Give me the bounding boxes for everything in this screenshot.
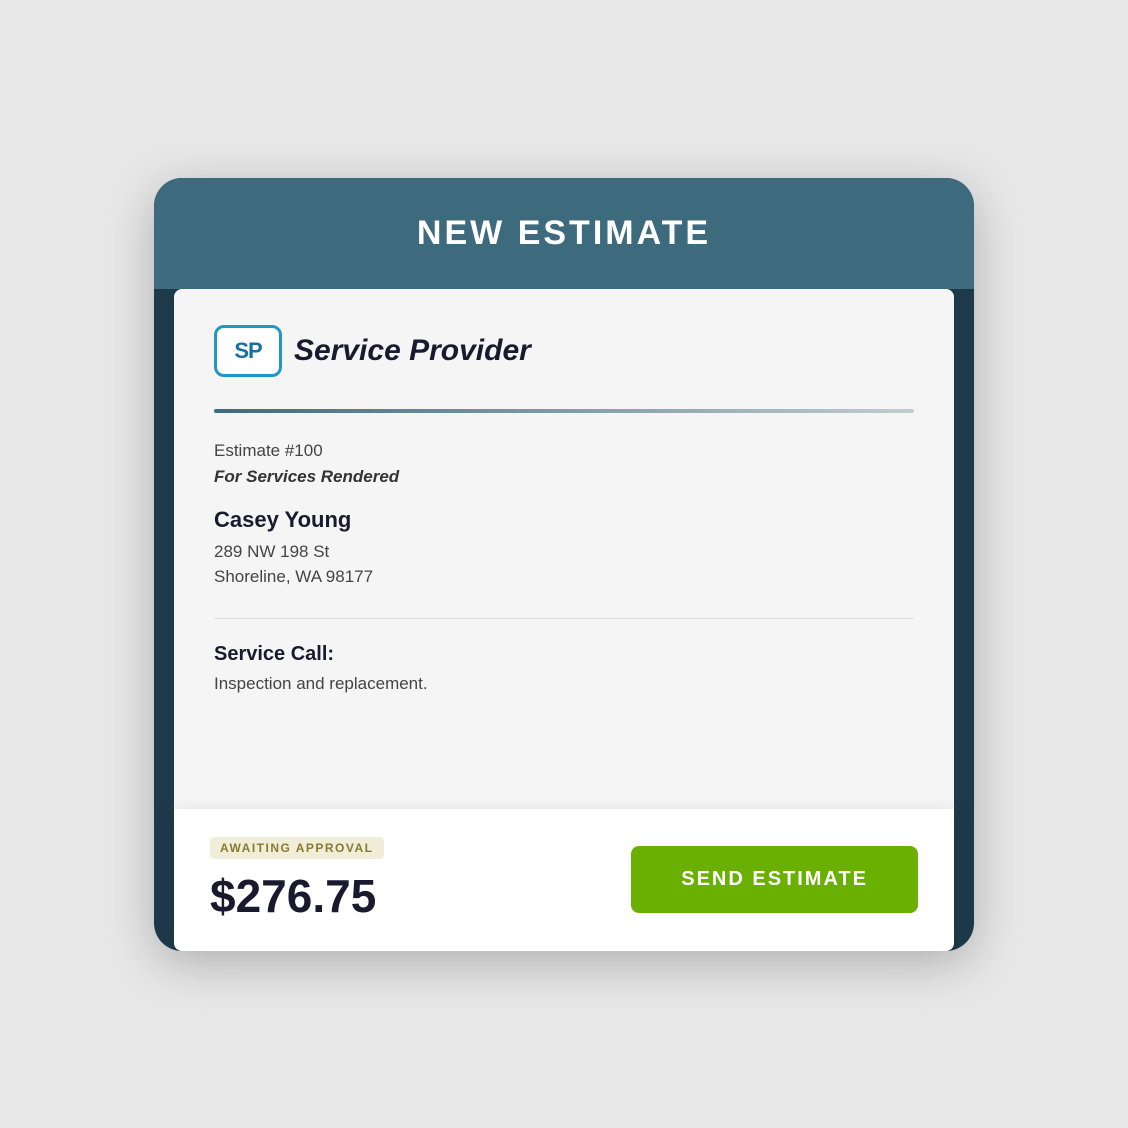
document-body: SP Service Provider Estimate #100 For Se… bbox=[174, 289, 954, 809]
service-label: Service Call: bbox=[214, 643, 914, 666]
logo-box-text: SP bbox=[234, 338, 261, 364]
client-name: Casey Young bbox=[214, 507, 914, 533]
price-amount: $276.75 bbox=[210, 869, 384, 923]
card-header: NEW ESTIMATE bbox=[154, 178, 974, 289]
client-address-line1: 289 NW 198 St bbox=[214, 539, 914, 565]
estimate-info: Estimate #100 For Services Rendered Case… bbox=[214, 441, 914, 590]
status-badge: AWAITING APPROVAL bbox=[210, 837, 384, 859]
page-wrapper: Customizable Template NEW ESTIMATE SP Se… bbox=[64, 84, 1064, 1044]
service-section: Service Call: Inspection and replacement… bbox=[214, 618, 914, 694]
estimate-subtitle: For Services Rendered bbox=[214, 467, 914, 487]
logo-area: SP Service Provider bbox=[214, 325, 914, 377]
divider bbox=[214, 409, 914, 413]
device-card: NEW ESTIMATE SP Service Provider Estimat… bbox=[154, 178, 974, 951]
logo-company-name: Service Provider bbox=[294, 334, 531, 368]
action-bar: AWAITING APPROVAL $276.75 SEND ESTIMATE bbox=[174, 809, 954, 951]
estimate-number: Estimate #100 bbox=[214, 441, 914, 461]
client-address-line2: Shoreline, WA 98177 bbox=[214, 564, 914, 590]
header-title: NEW ESTIMATE bbox=[194, 214, 934, 253]
logo-box: SP bbox=[214, 325, 282, 377]
send-estimate-button[interactable]: SEND ESTIMATE bbox=[631, 846, 918, 913]
service-description: Inspection and replacement. bbox=[214, 674, 914, 694]
price-area: AWAITING APPROVAL $276.75 bbox=[210, 837, 384, 923]
